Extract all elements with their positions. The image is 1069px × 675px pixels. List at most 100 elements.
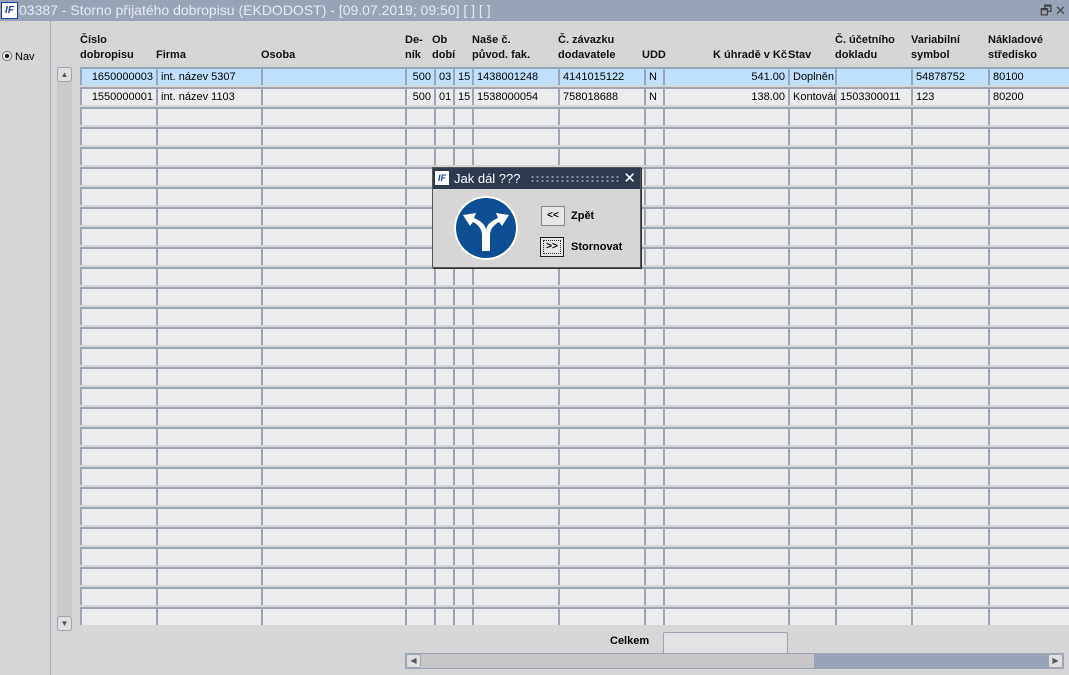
table-cell[interactable] [988,567,1069,585]
table-cell[interactable] [80,347,156,365]
table-cell[interactable] [788,147,835,165]
table-cell[interactable] [156,347,261,365]
table-cell[interactable]: 123 [911,87,988,105]
table-cell[interactable] [558,507,644,525]
table-cell[interactable] [558,287,644,305]
table-cell[interactable] [644,107,663,125]
table-cell[interactable] [156,127,261,145]
table-cell[interactable] [453,327,472,345]
table-cell[interactable] [644,507,663,525]
table-cell[interactable] [911,287,988,305]
table-cell[interactable] [405,227,434,245]
table-cell[interactable] [911,527,988,545]
column-header[interactable]: Č. závazku dodavatele [558,33,615,63]
table-cell[interactable] [644,547,663,565]
table-cell[interactable] [472,367,558,385]
table-cell[interactable] [453,587,472,605]
table-cell[interactable] [663,247,788,265]
table-cell[interactable] [663,467,788,485]
table-cell[interactable] [453,607,472,625]
table-cell[interactable] [261,527,405,545]
column-header[interactable]: De-ník [405,33,423,63]
table-cell[interactable] [558,567,644,585]
table-cell[interactable] [405,507,434,525]
table-cell[interactable] [788,587,835,605]
table-cell[interactable] [663,327,788,345]
table-cell[interactable] [261,467,405,485]
table-cell[interactable] [788,527,835,545]
table-cell[interactable] [453,127,472,145]
table-cell[interactable] [453,387,472,405]
table-cell[interactable] [644,567,663,585]
table-cell[interactable] [644,127,663,145]
close-icon[interactable]: ✕ [623,168,636,189]
table-cell[interactable] [434,107,453,125]
table-cell[interactable] [261,507,405,525]
table-cell[interactable] [156,567,261,585]
table-cell[interactable] [261,147,405,165]
table-cell[interactable] [788,487,835,505]
table-cell[interactable] [405,207,434,225]
restore-icon[interactable]: 🗗 [1040,0,1052,21]
table-cell[interactable] [835,507,911,525]
table-cell[interactable] [835,567,911,585]
table-cell[interactable] [644,187,663,205]
table-cell[interactable] [663,447,788,465]
table-cell[interactable] [453,447,472,465]
table-cell[interactable] [80,307,156,325]
table-cell[interactable] [80,527,156,545]
table-cell[interactable] [988,427,1069,445]
table-cell[interactable] [261,567,405,585]
table-cell[interactable] [788,187,835,205]
table-cell[interactable] [80,407,156,425]
table-cell[interactable] [80,447,156,465]
table-cell[interactable] [80,587,156,605]
table-cell[interactable] [988,587,1069,605]
table-cell[interactable] [80,327,156,345]
table-cell[interactable] [663,507,788,525]
table-cell[interactable] [644,387,663,405]
table-cell[interactable] [988,207,1069,225]
table-cell[interactable] [911,387,988,405]
table-cell[interactable] [644,287,663,305]
table-cell[interactable] [405,367,434,385]
table-cell[interactable] [80,387,156,405]
table-cell[interactable] [558,487,644,505]
table-cell[interactable] [663,607,788,625]
table-cell[interactable] [434,467,453,485]
table-cell[interactable]: 1538000054 [472,87,558,105]
table-cell[interactable] [911,127,988,145]
table-cell[interactable] [261,347,405,365]
table-cell[interactable]: 03 [434,67,453,85]
table-cell[interactable]: 80100 [988,67,1069,85]
table-cell[interactable] [663,127,788,145]
table-cell[interactable] [261,607,405,625]
table-cell[interactable] [558,107,644,125]
table-cell[interactable]: 54878752 [911,67,988,85]
table-cell[interactable] [788,607,835,625]
table-cell[interactable] [558,127,644,145]
table-cell[interactable] [156,247,261,265]
scroll-right-icon[interactable]: ▶ [1048,654,1063,668]
table-cell[interactable] [472,387,558,405]
table-cell[interactable] [405,327,434,345]
table-cell[interactable] [156,167,261,185]
table-cell[interactable] [472,107,558,125]
table-cell[interactable] [788,367,835,385]
table-cell[interactable] [663,307,788,325]
table-cell[interactable] [663,567,788,585]
table-cell[interactable] [453,407,472,425]
table-cell[interactable] [472,127,558,145]
table-cell[interactable] [405,107,434,125]
table-cell[interactable] [788,567,835,585]
table-cell[interactable] [835,167,911,185]
column-header[interactable]: Ob dobí [432,33,455,63]
table-cell[interactable] [156,327,261,345]
table-cell[interactable] [261,127,405,145]
table-cell[interactable] [261,247,405,265]
table-cell[interactable] [261,87,405,105]
table-cell[interactable] [434,427,453,445]
table-cell[interactable] [988,187,1069,205]
table-cell[interactable] [80,487,156,505]
table-cell[interactable] [911,467,988,485]
